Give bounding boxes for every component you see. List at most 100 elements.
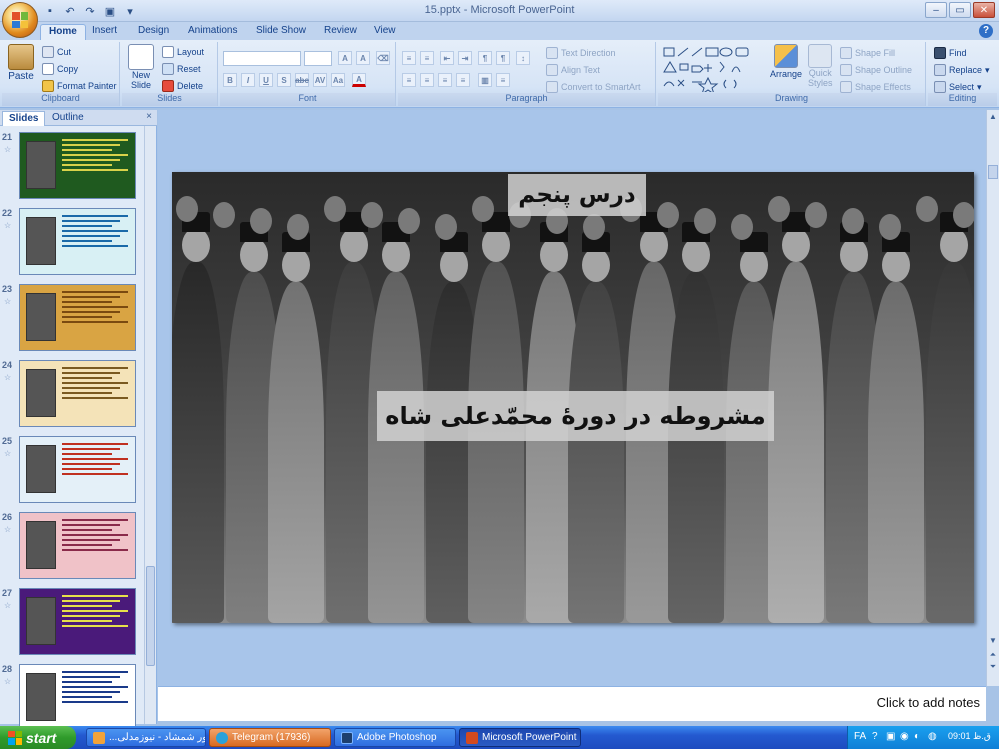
numbering-icon[interactable]: ≡ <box>420 51 434 65</box>
font-size-combo[interactable] <box>304 51 332 66</box>
notes-pane[interactable]: Click to add notes <box>158 686 986 721</box>
slides-panel: Slides Outline × 21 ☆ 22 ☆ 23 ☆ 24 ☆ 25 ☆ 26 ☆ 27 ☆ 28… <box>0 110 157 731</box>
task-telegram[interactable]: Telegram (17936) <box>209 728 331 747</box>
slide-thumbnail[interactable] <box>19 132 136 199</box>
rtl-icon[interactable]: ¶ <box>478 51 492 65</box>
slide-thumbnail[interactable] <box>19 284 136 351</box>
scissors-icon <box>42 46 54 58</box>
thumbnail-text-line <box>62 245 128 247</box>
network-icon[interactable]: ▣ <box>886 731 895 742</box>
tab-review[interactable]: Review <box>316 24 365 40</box>
slide-title[interactable]: درس پنجم <box>508 174 646 216</box>
find-button[interactable]: Find <box>934 47 967 59</box>
italic-button[interactable]: I <box>241 73 255 87</box>
tab-insert[interactable]: Insert <box>84 24 125 40</box>
strikethrough-button[interactable]: abc <box>295 73 309 87</box>
shadow-button[interactable]: S <box>277 73 291 87</box>
task-powerpoint[interactable]: Microsoft PowerPoint ... <box>459 728 581 747</box>
slide-number: 21 <box>2 132 13 142</box>
underline-button[interactable]: U <box>259 73 273 87</box>
slide-subtitle[interactable]: مشروطه در دورۀ محمّدعلی شاه <box>377 391 774 441</box>
convert-smartart-button[interactable]: Convert to SmartArt <box>546 81 641 93</box>
bold-button[interactable]: B <box>223 73 237 87</box>
slide-thumbnail[interactable] <box>19 208 136 275</box>
shape-fill-button[interactable]: Shape Fill <box>840 47 895 59</box>
clear-formatting-icon[interactable]: ⌫ <box>376 51 390 65</box>
shape-effects-button[interactable]: Shape Effects <box>840 81 911 93</box>
volume-icon[interactable]: ◉ <box>900 731 909 742</box>
slide-thumbnail[interactable] <box>19 664 136 731</box>
tab-animations[interactable]: Animations <box>180 24 245 40</box>
ltr-icon[interactable]: ¶ <box>496 51 510 65</box>
maximize-button[interactable]: ▭ <box>949 2 971 18</box>
help-tray-icon[interactable]: ? <box>872 731 878 742</box>
background-person-head <box>324 196 346 222</box>
quick-styles-button[interactable]: Quick Styles <box>808 44 833 88</box>
person-head <box>382 238 410 272</box>
select-button[interactable]: Select ▾ <box>934 81 982 93</box>
help-icon[interactable]: ? <box>979 24 993 38</box>
delete-slide-button[interactable]: Delete <box>162 80 203 92</box>
bullets-icon[interactable]: ≡ <box>402 51 416 65</box>
justify-icon[interactable]: ≡ <box>456 73 470 87</box>
tab-slide-show[interactable]: Slide Show <box>248 24 314 40</box>
layout-button[interactable]: Layout <box>162 46 204 58</box>
panel-scrollbar[interactable] <box>144 126 156 724</box>
align-center-icon[interactable]: ≡ <box>420 73 434 87</box>
panel-scrollbar-thumb[interactable] <box>146 566 155 666</box>
task-photoshop[interactable]: Adobe Photoshop <box>334 728 456 747</box>
close-panel-icon[interactable]: × <box>146 111 152 122</box>
distributed-icon[interactable]: ≡ <box>496 73 510 87</box>
copy-button[interactable]: Copy <box>42 63 78 75</box>
slide-thumbnail[interactable] <box>19 436 136 503</box>
grow-font-icon[interactable]: A <box>338 51 352 65</box>
tab-home[interactable]: Home <box>40 24 86 40</box>
next-slide-icon[interactable]: ⏷ <box>988 662 998 672</box>
text-direction-button[interactable]: Text Direction <box>546 47 616 59</box>
decrease-indent-icon[interactable]: ⇤ <box>440 51 454 65</box>
slide-thumbnail[interactable] <box>19 360 136 427</box>
scroll-thumb[interactable] <box>988 165 998 179</box>
minimize-button[interactable]: – <box>925 2 947 18</box>
shrink-font-icon[interactable]: A <box>356 51 370 65</box>
font-name-combo[interactable] <box>223 51 301 66</box>
columns-icon[interactable]: ▥ <box>478 73 492 87</box>
task-news-agency[interactable]: ...مهور شمشاد - نیوزمدلی <box>86 728 206 747</box>
replace-button[interactable]: Replace ▾ <box>934 64 990 76</box>
update-icon[interactable]: ◍ <box>928 731 937 742</box>
office-button[interactable] <box>2 2 38 38</box>
slide-scrollbar[interactable]: ▲ ▼ ⏶ ⏷ <box>986 110 999 686</box>
tab-slides[interactable]: Slides <box>2 111 46 126</box>
antivirus-icon[interactable]: ◐ <box>914 731 920 742</box>
language-indicator[interactable]: FA <box>854 731 866 742</box>
increase-indent-icon[interactable]: ⇥ <box>458 51 472 65</box>
new-slide-button[interactable]: New Slide <box>128 44 154 90</box>
arrange-button[interactable]: Arrange <box>770 44 802 79</box>
reset-button[interactable]: Reset <box>162 63 201 75</box>
character-spacing-button[interactable]: AV <box>313 73 327 87</box>
tab-outline[interactable]: Outline <box>46 111 90 126</box>
align-left-icon[interactable]: ≡ <box>402 73 416 87</box>
shapes-gallery[interactable] <box>662 46 758 92</box>
tab-view[interactable]: View <box>366 24 404 40</box>
format-painter-button[interactable]: Format Painter <box>42 80 117 92</box>
current-slide[interactable]: درس پنجم مشروطه در دورۀ محمّدعلی شاه <box>172 172 974 623</box>
thumbnail-text-line <box>62 154 128 156</box>
cut-button[interactable]: Cut <box>42 46 71 58</box>
person-head <box>782 228 810 262</box>
scroll-down-icon[interactable]: ▼ <box>988 636 998 646</box>
scroll-up-icon[interactable]: ▲ <box>988 112 998 122</box>
align-right-icon[interactable]: ≡ <box>438 73 452 87</box>
slide-thumbnail[interactable] <box>19 588 136 655</box>
align-text-button[interactable]: Align Text <box>546 64 600 76</box>
font-color-button[interactable]: A <box>352 73 366 87</box>
line-spacing-icon[interactable]: ↕ <box>516 51 530 65</box>
close-button[interactable]: ✕ <box>973 2 995 18</box>
shape-outline-button[interactable]: Shape Outline <box>840 64 912 76</box>
start-button[interactable]: start <box>0 726 76 749</box>
tab-design[interactable]: Design <box>130 24 177 40</box>
previous-slide-icon[interactable]: ⏶ <box>988 650 998 660</box>
change-case-button[interactable]: Aa <box>331 73 345 87</box>
slide-thumbnail[interactable] <box>19 512 136 579</box>
paste-button[interactable]: Paste <box>8 44 34 82</box>
